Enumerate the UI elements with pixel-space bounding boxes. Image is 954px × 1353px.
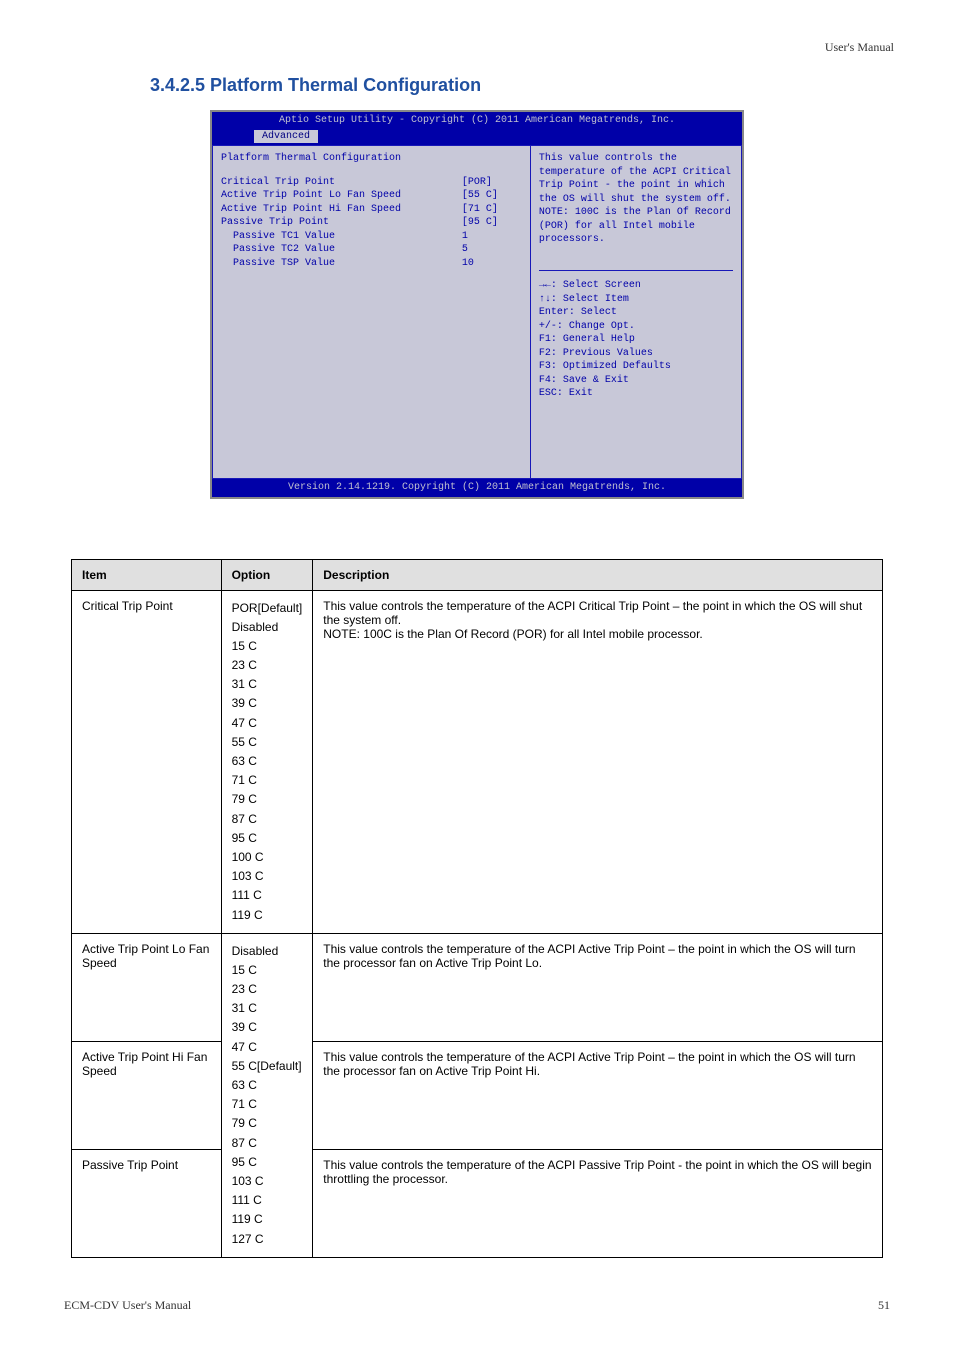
bios-title-bar: Aptio Setup Utility - Copyright (C) 2011… (212, 112, 742, 130)
cell-desc: This value controls the temperature of t… (313, 1041, 883, 1149)
bios-help-text: This value controls the temperature of t… (539, 152, 733, 262)
bios-row: Passive TC1 Value1 (221, 230, 522, 244)
table-row: Active Trip Point Hi Fan Speed This valu… (72, 1041, 883, 1149)
bios-row: Passive TC2 Value5 (221, 243, 522, 257)
bios-row: Active Trip Point Hi Fan Speed[71 C] (221, 203, 522, 217)
cell-desc: This value controls the temperature of t… (313, 590, 883, 933)
bios-right-pane: This value controls the temperature of t… (530, 145, 742, 479)
cell-desc: This value controls the temperature of t… (313, 933, 883, 1041)
cell-item: Passive Trip Point (72, 1149, 222, 1257)
table-row: Critical Trip Point POR[Default] Disable… (72, 590, 883, 933)
cell-option: Disabled 15 C 23 C 31 C 39 C 47 C 55 C[D… (221, 933, 313, 1257)
cell-item: Active Trip Point Lo Fan Speed (72, 933, 222, 1041)
bios-row: Passive Trip Point[95 C] (221, 216, 522, 230)
bios-row: Critical Trip Point[POR] (221, 176, 522, 190)
bios-row: Passive TSP Value10 (221, 257, 522, 271)
footer-left: ECM-CDV User's Manual (64, 1298, 191, 1313)
settings-table: Item Option Description Critical Trip Po… (71, 559, 883, 1258)
cell-option: POR[Default] Disabled 15 C 23 C 31 C 39 … (221, 590, 313, 933)
bios-row: Active Trip Point Lo Fan Speed[55 C] (221, 189, 522, 203)
bios-heading: Platform Thermal Configuration (221, 152, 522, 166)
table-row: Passive Trip Point This value controls t… (72, 1149, 883, 1257)
cell-desc: This value controls the temperature of t… (313, 1149, 883, 1257)
col-header-item: Item (72, 559, 222, 590)
bios-tab-advanced: Advanced (254, 130, 318, 144)
header-product: User's Manual (60, 40, 894, 55)
section-title: 3.4.2.5 Platform Thermal Configuration (150, 75, 894, 96)
footer-right: 51 (878, 1298, 890, 1313)
col-header-description: Description (313, 559, 883, 590)
col-header-option: Option (221, 559, 313, 590)
bios-screenshot: Aptio Setup Utility - Copyright (C) 2011… (210, 110, 744, 499)
bios-footer-bar: Version 2.14.1219. Copyright (C) 2011 Am… (212, 479, 742, 497)
bios-keyhints: →←: Select Screen ↑↓: Select Item Enter:… (539, 270, 733, 472)
table-row: Active Trip Point Lo Fan Speed Disabled … (72, 933, 883, 1041)
cell-item: Active Trip Point Hi Fan Speed (72, 1041, 222, 1149)
bios-tabs: Advanced (212, 130, 742, 146)
cell-item: Critical Trip Point (72, 590, 222, 933)
bios-left-pane: Platform Thermal Configuration Critical … (212, 145, 530, 479)
